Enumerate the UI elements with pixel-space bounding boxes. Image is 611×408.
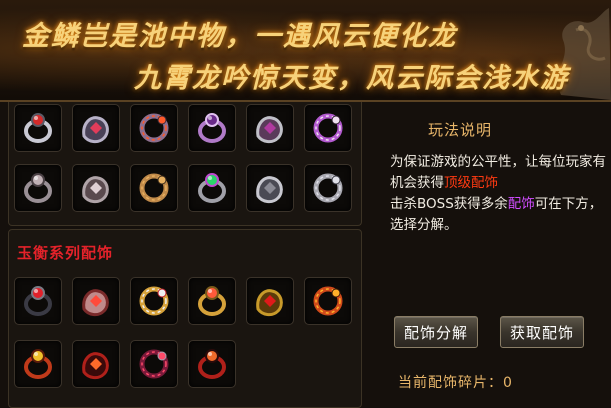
dragon-eye-ring-icon (139, 113, 169, 143)
red-dark-bracer-icon (139, 349, 169, 379)
silver-band-ring-icon (256, 176, 283, 204)
obtain-accessory-button[interactable]: 获取配饰 (500, 316, 584, 348)
accessory-slot[interactable] (188, 164, 236, 212)
rules-highlight-accessory: 配饰 (507, 196, 535, 212)
banner-line-1: 金鳞岂是池中物，一遇风云便化龙 (22, 21, 457, 52)
studded-silver-ring-icon (82, 176, 109, 204)
fire-ring-icon (82, 352, 109, 380)
accessory-slot[interactable] (304, 277, 352, 325)
claw-ring-icon (256, 116, 283, 144)
gold-chain-necklace-icon (256, 289, 283, 317)
accessory-slot[interactable] (246, 277, 294, 325)
flame-dark-ring-icon (313, 286, 343, 316)
ruby-dark-ring-icon (24, 286, 52, 316)
skull-ring-icon (313, 173, 343, 203)
dragon-pendant-icon (198, 349, 226, 379)
banner-line-2: 九霄龙吟惊天变，风云际会浅水游 (134, 63, 569, 94)
accessory-slot[interactable] (188, 277, 236, 325)
accessory-slot[interactable] (14, 277, 62, 325)
accessory-slot[interactable] (188, 340, 236, 388)
gold-jeweled-ring-icon (198, 286, 226, 316)
section-title: 玉衡系列配饰 (17, 244, 114, 262)
accessory-slot[interactable] (130, 340, 178, 388)
accessory-slot[interactable] (72, 340, 120, 388)
accessory-slot[interactable] (14, 340, 62, 388)
engraved-silver-ring-icon (24, 173, 52, 203)
accessory-slot[interactable] (14, 104, 62, 152)
accessory-slot[interactable] (246, 104, 294, 152)
rules-text-part1: 为保证游戏的公平性，让每位玩家有机会获得 (390, 154, 606, 191)
accessory-slot[interactable] (130, 104, 178, 152)
red-gem-ring-icon (24, 113, 52, 143)
accessory-slot[interactable] (246, 164, 294, 212)
twisted-purple-ring-icon (198, 113, 226, 143)
rules-title: 玩法说明 (428, 121, 493, 139)
rules-highlight-top-accessory: 顶级配饰 (444, 175, 498, 191)
emerald-ring-icon (198, 173, 226, 203)
phoenix-bracelet-icon (24, 349, 52, 379)
accessory-slot[interactable] (72, 277, 120, 325)
rules-text: 为保证游戏的公平性，让每位玩家有机会获得顶级配饰 击杀BOSS获得多余配饰可在下方… (390, 152, 611, 236)
accessory-slot[interactable] (14, 164, 62, 212)
accessory-slot[interactable] (130, 164, 178, 212)
accessory-slot[interactable] (72, 164, 120, 212)
accessory-slot[interactable] (72, 104, 120, 152)
spiked-orb-icon (139, 173, 169, 203)
accessory-slot[interactable] (304, 104, 352, 152)
blood-bracer-icon (82, 289, 109, 317)
accessory-slot[interactable] (304, 164, 352, 212)
rules-text-part2: 击杀BOSS获得多余 (390, 196, 508, 212)
accessory-slot[interactable] (188, 104, 236, 152)
crown-ring-icon (82, 116, 109, 144)
top-banner: 金鳞岂是池中物，一遇风云便化龙 九霄龙吟惊天变，风云际会浅水游 (0, 0, 611, 102)
accessory-slot[interactable] (130, 277, 178, 325)
pearl-gold-ring-icon (139, 286, 169, 316)
decompose-accessory-button[interactable]: 配饰分解 (394, 316, 478, 348)
accessory-shards-count: 当前配饰碎片：0 (398, 375, 513, 391)
spiked-necklace-icon (313, 113, 343, 143)
